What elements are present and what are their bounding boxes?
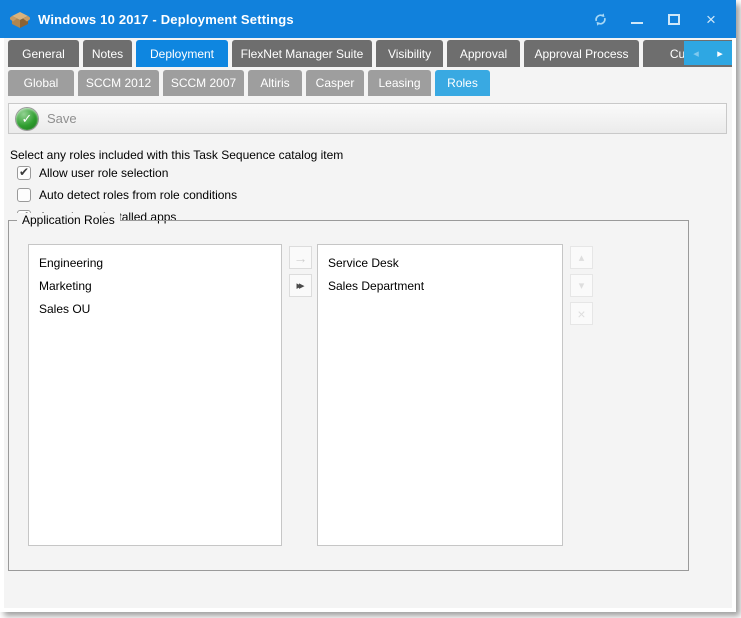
subtab-global[interactable]: Global xyxy=(8,70,74,96)
tab-scroll-control: ◂ ▸ xyxy=(684,41,732,65)
package-icon xyxy=(10,9,30,29)
instructions-text: Select any roles included with this Task… xyxy=(10,148,343,162)
list-item[interactable]: Sales OU xyxy=(29,298,281,321)
arrow-up-icon: ▴ xyxy=(579,251,585,264)
save-toolbar: ✓ Save xyxy=(8,103,727,134)
move-buttons: → ▸▸ xyxy=(289,246,312,297)
tab-notes[interactable]: Notes xyxy=(83,40,132,67)
tab-deployment[interactable]: Deployment xyxy=(136,40,228,67)
close-button[interactable]: × xyxy=(696,6,726,32)
checkbox-label: Allow user role selection xyxy=(39,166,168,180)
tab-scroll-right-icon[interactable]: ▸ xyxy=(708,41,732,65)
deployment-settings-window: Windows 10 2017 - Deployment Settings xyxy=(0,0,736,612)
list-item[interactable]: Sales Department xyxy=(318,275,562,298)
list-item[interactable]: Marketing xyxy=(29,275,281,298)
save-check-icon[interactable]: ✓ xyxy=(16,108,38,130)
move-down-button[interactable]: ▾ xyxy=(570,274,593,297)
arrow-down-icon: ▾ xyxy=(579,279,585,292)
window-body: General Notes Deployment FlexNet Manager… xyxy=(4,38,732,608)
allow-user-role-selection-checkbox[interactable]: ✔ xyxy=(17,166,31,180)
window-controls: × xyxy=(585,6,726,32)
list-item[interactable]: Engineering xyxy=(29,252,281,275)
tab-approval[interactable]: Approval xyxy=(447,40,520,67)
save-button[interactable]: Save xyxy=(47,111,77,126)
deployment-sub-tab-strip: Global SCCM 2012 SCCM 2007 Altiris Caspe… xyxy=(8,70,490,96)
checkbox-row-allow-user-role-selection: ✔ Allow user role selection xyxy=(17,164,168,182)
tab-scroll-left-icon[interactable]: ◂ xyxy=(684,41,708,65)
selected-roles-list[interactable]: Service Desk Sales Department xyxy=(317,244,563,546)
maximize-icon xyxy=(668,14,680,25)
maximize-button[interactable] xyxy=(659,6,689,32)
group-title: Application Roles xyxy=(17,213,120,227)
double-arrow-right-icon: ▸▸ xyxy=(296,279,304,292)
tab-general[interactable]: General xyxy=(8,40,79,67)
close-icon: × xyxy=(706,11,716,28)
refresh-button[interactable] xyxy=(585,6,615,32)
subtab-casper[interactable]: Casper xyxy=(306,70,364,96)
move-all-right-button[interactable]: ▸▸ xyxy=(289,274,312,297)
auto-detect-roles-checkbox[interactable] xyxy=(17,188,31,202)
available-roles-list[interactable]: Engineering Marketing Sales OU xyxy=(28,244,282,546)
minimize-button[interactable] xyxy=(622,6,652,32)
checkbox-label: Auto detect roles from role conditions xyxy=(39,188,237,202)
refresh-icon xyxy=(593,12,608,27)
tab-approval-process[interactable]: Approval Process xyxy=(524,40,639,67)
window-title: Windows 10 2017 - Deployment Settings xyxy=(38,12,294,27)
subtab-sccm-2012[interactable]: SCCM 2012 xyxy=(78,70,159,96)
arrow-right-icon: → xyxy=(294,250,308,266)
move-right-button[interactable]: → xyxy=(289,246,312,269)
remove-x-icon: × xyxy=(577,306,585,322)
checkbox-row-auto-detect-roles: Auto detect roles from role conditions xyxy=(17,186,237,204)
minimize-icon xyxy=(631,22,643,24)
subtab-leasing[interactable]: Leasing xyxy=(368,70,431,96)
main-tab-strip: General Notes Deployment FlexNet Manager… xyxy=(8,40,732,67)
tab-visibility[interactable]: Visibility xyxy=(376,40,443,67)
move-up-button[interactable]: ▴ xyxy=(570,246,593,269)
subtab-altiris[interactable]: Altiris xyxy=(248,70,302,96)
remove-button[interactable]: × xyxy=(570,302,593,325)
list-item[interactable]: Service Desk xyxy=(318,252,562,275)
titlebar[interactable]: Windows 10 2017 - Deployment Settings xyxy=(0,0,736,38)
reorder-buttons: ▴ ▾ × xyxy=(570,246,593,325)
tab-flexnet-manager-suite[interactable]: FlexNet Manager Suite xyxy=(232,40,372,67)
application-roles-group: Application Roles Engineering Marketing … xyxy=(8,220,689,571)
checkmark-icon: ✔ xyxy=(19,165,29,179)
subtab-roles[interactable]: Roles xyxy=(435,70,490,96)
subtab-sccm-2007[interactable]: SCCM 2007 xyxy=(163,70,244,96)
